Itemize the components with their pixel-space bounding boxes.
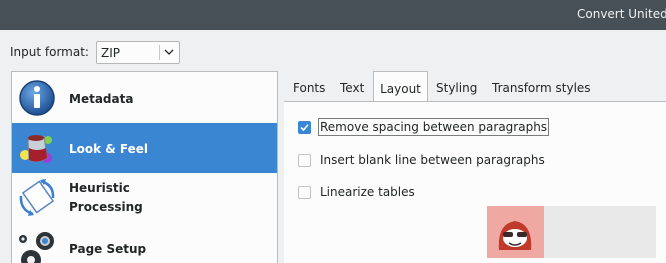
input-format-select[interactable]: ZIP [96,41,180,64]
input-format-value: ZIP [101,46,120,60]
sidebar-item-label-line1: Heuristic [69,181,130,195]
input-format-label: Input format: [10,45,89,59]
tab-text[interactable]: Text [340,71,364,101]
monkey-face-icon [498,221,532,250]
info-icon [19,80,55,116]
insert-blank-line-label: Insert blank line between paragraphs [320,153,545,167]
tab-layout[interactable]: Layout [373,71,428,102]
sidebar-item-page-setup[interactable]: Page Setup [12,223,277,263]
window-title: Convert United [577,7,666,21]
linearize-tables-checkbox[interactable] [298,186,311,199]
window-titlebar: Convert United [0,0,666,30]
sidebar-item-metadata[interactable]: Metadata [12,73,277,123]
insert-blank-line-checkbox[interactable] [298,154,311,167]
tab-fonts[interactable]: Fonts [293,71,325,101]
tab-styling[interactable]: Styling [436,71,477,101]
remove-spacing-label: Remove spacing between paragraphs [317,118,550,136]
tab-transform-styles[interactable]: Transform styles [492,71,591,101]
avatar [487,206,544,258]
sidebar-item-heuristic-processing[interactable]: Heuristic Processing [12,173,277,223]
select-separator [159,45,160,60]
chevron-down-icon [164,49,174,55]
checkmark-icon [300,124,309,132]
sidebar-item-look-and-feel[interactable]: Look & Feel [12,123,277,173]
linearize-tables-label: Linearize tables [320,185,415,199]
blurred-region [544,206,656,258]
sidebar-item-label: Look & Feel [69,142,149,156]
sidebar-item-label-line2: Processing [69,200,143,214]
remove-spacing-checkbox[interactable] [298,121,311,134]
sidebar-item-label: Page Setup [69,242,147,256]
sidebar-item-label: Metadata [69,92,134,106]
settings-sidebar: Metadata Look & Feel Heuristic Processin… [11,71,278,263]
paint-bucket-icon [20,135,52,163]
document-cycle-icon [19,179,55,216]
gears-icon [19,232,54,263]
